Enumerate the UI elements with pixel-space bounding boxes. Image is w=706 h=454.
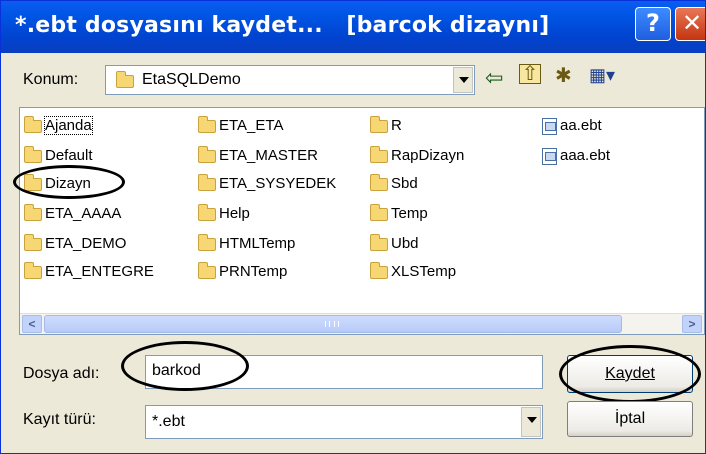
list-item-label: Sbd: [391, 175, 418, 192]
folder-icon: [198, 145, 216, 163]
list-item[interactable]: ETA_AAAA: [24, 202, 121, 226]
ebt-file-icon: [542, 147, 557, 165]
file-list[interactable]: Ajanda Default Dizayn ETA_AAAA ETA_DEMO …: [19, 107, 705, 335]
folder-icon: [198, 173, 216, 191]
folder-icon: [370, 115, 388, 133]
chevron-down-icon[interactable]: [521, 407, 541, 437]
list-item[interactable]: ETA_ENTEGRE: [24, 260, 154, 284]
folder-icon: [370, 261, 388, 279]
list-item-label: HTMLTemp: [219, 235, 296, 252]
save-dialog: *.ebt dosyasını kaydet... [barcok dizayn…: [0, 0, 706, 454]
folder-icon: [198, 233, 216, 251]
list-item[interactable]: Sbd: [370, 172, 418, 196]
folder-icon: [116, 71, 134, 88]
folder-icon: [370, 203, 388, 221]
chevron-down-icon[interactable]: [453, 67, 473, 93]
list-item[interactable]: Help: [198, 202, 250, 226]
list-item-label: ETA_ENTEGRE: [45, 263, 154, 280]
folder-icon: [24, 173, 42, 191]
list-item[interactable]: HTMLTemp: [198, 232, 295, 256]
list-item[interactable]: Default: [24, 144, 93, 168]
folder-icon: [198, 261, 216, 279]
folder-icon: [24, 115, 42, 133]
list-item[interactable]: R: [370, 114, 402, 138]
window-title: *.ebt dosyasını kaydet... [barcok dizayn…: [15, 13, 550, 38]
list-item[interactable]: Temp: [370, 202, 428, 226]
list-item[interactable]: ETA_ETA: [198, 114, 283, 138]
folder-icon: [24, 233, 42, 251]
list-item[interactable]: Dizayn: [24, 172, 91, 196]
list-item[interactable]: PRNTemp: [198, 260, 287, 284]
list-item-label: Default: [45, 147, 93, 164]
folder-icon: [370, 173, 388, 191]
list-item[interactable]: XLSTemp: [370, 260, 456, 284]
scroll-right-button[interactable]: >: [682, 315, 702, 333]
list-item[interactable]: Ubd: [370, 232, 419, 256]
filetype-select[interactable]: *.ebt: [145, 405, 543, 439]
scroll-left-button[interactable]: <: [22, 315, 42, 333]
list-item-label: ETA_SYSYEDEK: [219, 175, 337, 192]
folder-icon: [198, 203, 216, 221]
filename-input[interactable]: barkod: [145, 355, 543, 389]
list-item-label: aaa.ebt: [560, 147, 611, 164]
folder-icon: [198, 115, 216, 133]
list-item-label: R: [391, 117, 402, 134]
save-button-label: Kaydet: [605, 365, 655, 382]
filetype-value: *.ebt: [152, 413, 185, 430]
view-menu-icon[interactable]: ▦▾: [589, 65, 615, 86]
scrollbar-thumb[interactable]: [44, 315, 622, 333]
save-button[interactable]: Kaydet: [567, 355, 693, 393]
folder-icon: [24, 145, 42, 163]
title-bar[interactable]: *.ebt dosyasını kaydet... [barcok dizayn…: [1, 1, 705, 53]
list-item-label: Temp: [391, 205, 428, 222]
list-item-label: Ajanda: [44, 116, 93, 135]
new-folder-icon[interactable]: ✱: [555, 63, 572, 88]
list-item[interactable]: Ajanda: [24, 114, 93, 138]
location-combo[interactable]: EtaSQLDemo: [105, 65, 475, 95]
list-item-label: RapDizayn: [391, 147, 465, 164]
list-item[interactable]: aaa.ebt: [542, 144, 610, 168]
filename-label: Dosya adı:: [23, 365, 100, 382]
folder-icon: [24, 203, 42, 221]
filetype-label: Kayıt türü:: [23, 411, 96, 428]
list-item[interactable]: aa.ebt: [542, 114, 602, 138]
list-item-label: aa.ebt: [560, 117, 602, 134]
list-item-label: ETA_ETA: [219, 117, 284, 134]
list-item[interactable]: RapDizayn: [370, 144, 464, 168]
folder-icon: [370, 233, 388, 251]
cancel-button[interactable]: İptal: [567, 401, 693, 437]
list-item-label: Help: [219, 205, 250, 222]
folder-icon: [24, 261, 42, 279]
back-icon[interactable]: ⇦: [485, 65, 503, 91]
list-item[interactable]: ETA_SYSYEDEK: [198, 172, 336, 196]
folder-icon: [370, 145, 388, 163]
list-item-label: ETA_MASTER: [219, 147, 318, 164]
location-value: EtaSQLDemo: [142, 71, 241, 88]
close-button[interactable]: ✕: [675, 7, 705, 41]
grip-icon: [325, 321, 339, 327]
list-item-label: ETA_DEMO: [45, 235, 127, 252]
list-item[interactable]: ETA_DEMO: [24, 232, 126, 256]
list-item-label: Ubd: [391, 235, 419, 252]
ebt-file-icon: [542, 117, 557, 135]
list-item-label: ETA_AAAA: [45, 205, 122, 222]
horizontal-scrollbar[interactable]: < >: [20, 313, 704, 334]
list-item-label: XLSTemp: [391, 263, 457, 280]
location-label: Konum:: [23, 71, 79, 88]
list-item[interactable]: ETA_MASTER: [198, 144, 318, 168]
list-item-label: PRNTemp: [219, 263, 288, 280]
up-folder-icon[interactable]: ⇧: [519, 64, 541, 84]
list-item-label: Dizayn: [45, 175, 91, 192]
help-button[interactable]: ?: [635, 7, 671, 41]
